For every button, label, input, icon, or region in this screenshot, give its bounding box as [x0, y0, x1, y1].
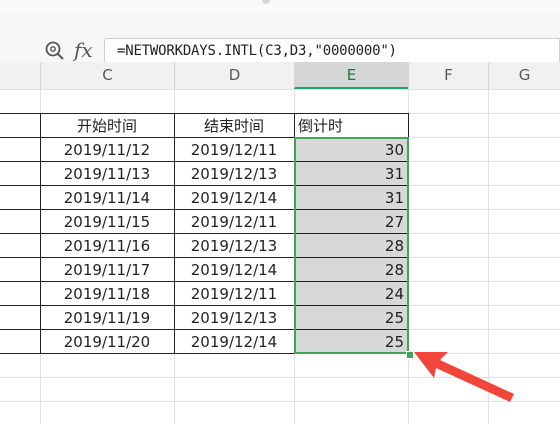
start-date-cell[interactable]: 2019/11/12: [40, 138, 174, 162]
column-header-c[interactable]: C: [40, 62, 174, 89]
start-date-cell[interactable]: 2019/11/14: [40, 186, 174, 210]
header-countdown[interactable]: 倒计时: [294, 114, 408, 138]
end-date-cell[interactable]: 2019/12/14: [174, 330, 294, 354]
start-date-cell[interactable]: 2019/11/16: [40, 234, 174, 258]
fx-icon[interactable]: fx: [74, 38, 93, 62]
red-arrow-annotation: [414, 352, 514, 402]
column-header-d[interactable]: D: [174, 62, 294, 89]
header-end-time[interactable]: 结束时间: [174, 114, 294, 138]
end-date-cell[interactable]: 2019/12/11: [174, 282, 294, 306]
end-date-cell[interactable]: 2019/12/14: [174, 186, 294, 210]
column-header-g[interactable]: G: [488, 62, 560, 89]
end-date-cell[interactable]: 2019/12/13: [174, 234, 294, 258]
end-date-cell[interactable]: 2019/12/14: [174, 258, 294, 282]
selection-border: [294, 137, 409, 354]
start-date-cell[interactable]: 2019/11/13: [40, 162, 174, 186]
formula-text: =NETWORKDAYS.INTL(C3,D3,"0000000"): [117, 43, 397, 59]
column-header-f[interactable]: F: [408, 62, 488, 89]
end-date-cell[interactable]: 2019/12/13: [174, 306, 294, 330]
start-date-cell[interactable]: 2019/11/20: [40, 330, 174, 354]
window-drag-handle[interactable]: [262, 0, 270, 4]
column-headers: C D E F G: [0, 62, 560, 90]
end-date-cell[interactable]: 2019/12/11: [174, 138, 294, 162]
formula-bar: fx =NETWORKDAYS.INTL(C3,D3,"0000000"): [0, 14, 560, 66]
start-date-cell[interactable]: 2019/11/15: [40, 210, 174, 234]
start-date-cell[interactable]: 2019/11/19: [40, 306, 174, 330]
top-strip: [0, 0, 560, 14]
header-start-time[interactable]: 开始时间: [40, 114, 174, 138]
start-date-cell[interactable]: 2019/11/17: [40, 258, 174, 282]
end-date-cell[interactable]: 2019/12/11: [174, 210, 294, 234]
column-header-e[interactable]: E: [294, 62, 408, 89]
zoom-icon[interactable]: [44, 40, 66, 62]
column-header-b[interactable]: [0, 62, 40, 89]
end-date-cell[interactable]: 2019/12/13: [174, 162, 294, 186]
start-date-cell[interactable]: 2019/11/18: [40, 282, 174, 306]
